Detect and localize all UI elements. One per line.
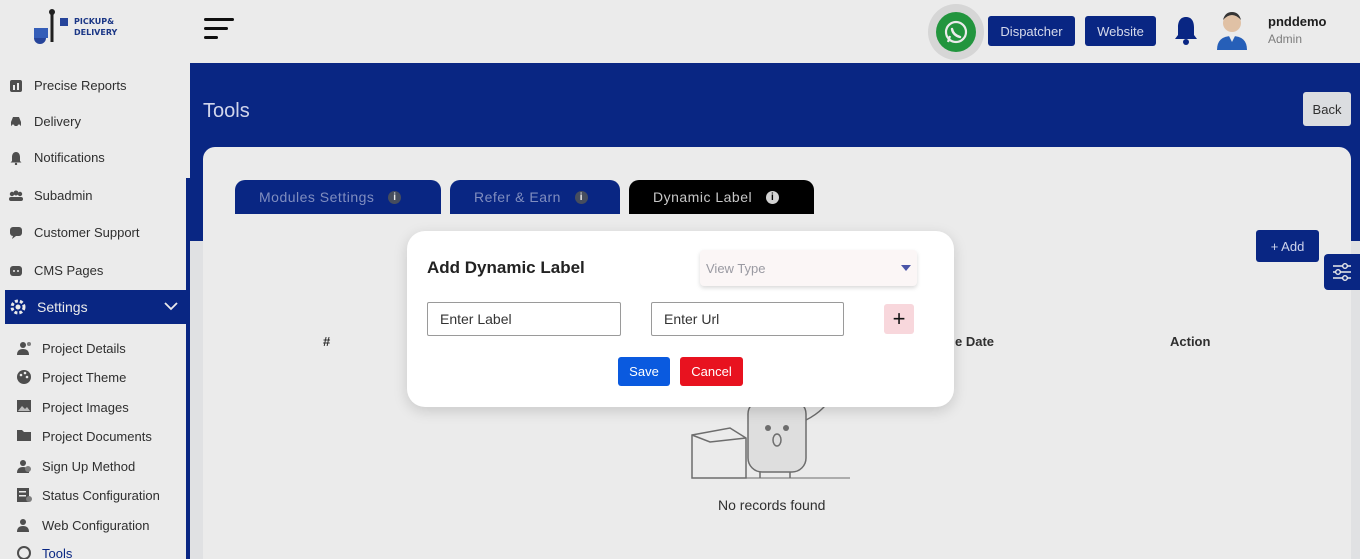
add-dynamic-label-modal: Add Dynamic Label View Type Enter Label … (407, 231, 954, 407)
modal-title: Add Dynamic Label (427, 258, 585, 277)
view-type-placeholder: View Type (706, 260, 766, 276)
caret-down-icon (901, 265, 911, 271)
label-input[interactable]: Enter Label (427, 302, 621, 336)
url-input[interactable]: Enter Url (651, 302, 844, 336)
add-row-button[interactable]: + (884, 304, 914, 334)
cancel-button[interactable]: Cancel (680, 357, 743, 386)
save-button[interactable]: Save (618, 357, 670, 386)
view-type-select[interactable]: View Type (700, 250, 917, 286)
